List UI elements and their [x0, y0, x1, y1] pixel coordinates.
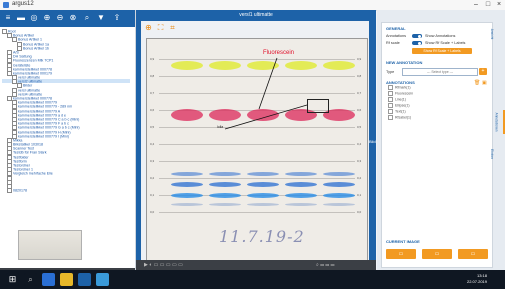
taskbar-app-4-icon[interactable]: [96, 273, 109, 286]
taskbar-app-3-icon[interactable]: [78, 273, 91, 286]
tab-view-label: Ansicht: [490, 28, 495, 40]
current-image-button-2[interactable]: ▭: [422, 249, 452, 259]
annotation-item-label: Line(1): [395, 97, 406, 102]
tlc-plate-image[interactable]: 0,9 0,9 0,8 0,8 0,7 0,7 0,6 0,6 0,5 0,5 0,4 0,4 0,3 0…: [146, 38, 368, 262]
tab-elution-label: Elution: [489, 149, 494, 159]
left-panel: ≡ ▬ ◎ ⊕ ⊖ ⊗ ⌕ ▼ ⇪ Root Bonus Artikel Bonus…: [0, 10, 136, 280]
show-rf-scale-button[interactable]: Show Rf Scale + Labels: [412, 48, 472, 54]
minimize-icon[interactable]: –: [470, 0, 482, 10]
annotation-list: Rfmark(1) Fluorescein Line(1) Ellipse(1) Tex…: [382, 85, 492, 125]
annotation-checkbox[interactable]: [388, 103, 393, 108]
annotation-item-label: Text(1): [395, 109, 406, 114]
search-icon[interactable]: ⌕: [82, 13, 92, 23]
annotation-list-item[interactable]: Line(1): [388, 97, 406, 102]
current-image-button-1[interactable]: ▭: [386, 249, 416, 259]
image-side-label: Bild: [369, 139, 376, 144]
taskbar-app-2-icon[interactable]: [60, 273, 73, 286]
tab-annotations[interactable]: Annotationen: [493, 110, 505, 134]
annotation-list-item[interactable]: Rfsabel(1): [388, 115, 411, 120]
clock-date: 22.07.2019: [466, 279, 487, 284]
annotation-item-label: Fluorescein: [395, 91, 414, 96]
right-side-tabs: Ansicht Annotationen Elution: [489, 22, 505, 266]
annotation-list-item[interactable]: Fluorescein: [388, 91, 413, 96]
tree-item-label: 0820178: [13, 188, 27, 193]
details-side-tab[interactable]: Bild-Details — Ultimatte: [124, 21, 141, 270]
rf-scale-toggle[interactable]: [412, 41, 422, 45]
target-icon[interactable]: ⊗: [68, 13, 78, 23]
remove-icon[interactable]: ⊖: [55, 13, 65, 23]
annotation-settings: GENERAL Annotations Show Annotations Rf …: [381, 22, 493, 268]
fit-icon[interactable]: ⛶: [156, 23, 165, 32]
document-title: versl1 ultimatte: [239, 12, 273, 18]
new-annotation-title: NEW ANNOTATION: [386, 60, 423, 65]
grid-icon[interactable]: ⌗: [168, 23, 177, 32]
viewer-header: versl1 ultimatte: [136, 10, 376, 21]
menu-icon[interactable]: ≡: [3, 13, 13, 23]
current-image-title: CURRENT IMAGE: [386, 239, 420, 244]
tree-item[interactable]: 0820178: [2, 188, 130, 194]
filter-icon[interactable]: ▼: [96, 13, 106, 23]
tree-expander-icon[interactable]: [7, 188, 12, 194]
annotation-note[interactable]: lolla: [217, 125, 223, 129]
taskbar-clock: 13:18 22.07.2019: [467, 273, 487, 285]
taskbar: ⊞ ⌕ 13:18 22.07.2019: [0, 270, 505, 289]
image-viewer: versl1 ultimatte Bild-Details — Ultimatt…: [124, 10, 376, 270]
image-side-tab[interactable]: Bild: [369, 21, 376, 270]
annotation-line: [224, 104, 308, 130]
thumbnail-image: [18, 230, 82, 260]
viewer-controls-icon[interactable]: ▶ ◐ ▭ ▭ ▭ ▭ ▭: [144, 262, 183, 268]
windows-start-icon[interactable]: ⊞: [6, 273, 19, 286]
properties-panel: GENERAL Annotations Show Annotations Rf …: [377, 10, 505, 270]
project-tree: Root Bonus Artikel Bonus Artikel 1 Bonus Ar…: [2, 29, 130, 241]
annotation-item-label: Rfsabel(1): [395, 115, 412, 120]
annotation-list-item[interactable]: Ellipse(1): [388, 103, 410, 108]
taskbar-search-icon[interactable]: ⌕: [24, 273, 37, 286]
show-rf-scale-label: Show Rf Scale + Labels: [425, 41, 466, 45]
annotation-arrow: [258, 57, 278, 110]
general-section-title: GENERAL: [386, 26, 406, 31]
add-annotation-button[interactable]: +: [479, 68, 487, 75]
app-icon: [3, 2, 9, 8]
type-label: Type: [386, 70, 395, 74]
folder-icon[interactable]: ▬: [16, 13, 26, 23]
plate-handwriting: 11.7.19-2: [219, 227, 305, 246]
zoom-in-icon[interactable]: ⊕: [144, 23, 153, 32]
current-image-button-3[interactable]: ▭: [458, 249, 488, 259]
viewer-bottom-bar: ▶ ◐ ▭ ▭ ▭ ▭ ▭ ⌕ ▭ ▭ ▭: [136, 260, 376, 270]
left-toolbar: ≡ ▬ ◎ ⊕ ⊖ ⊗ ⌕ ▼ ⇪: [0, 10, 135, 27]
annotation-item-label: Rfmark(1): [395, 85, 411, 90]
annotation-checkbox[interactable]: [388, 85, 393, 90]
viewer-tools: ⊕ ⛶ ⌗: [144, 23, 184, 33]
show-annotations-label: Show Annotations: [425, 34, 456, 38]
annotations-label: Annotations: [386, 34, 407, 38]
circle-tool-icon[interactable]: ◎: [29, 13, 39, 23]
tab-elution[interactable]: Elution: [489, 142, 503, 166]
annotation-list-item[interactable]: Text(1): [388, 109, 406, 114]
tab-annotations-label: Annotationen: [494, 112, 499, 132]
app-title: argus12: [12, 1, 34, 7]
annotation-rectangle[interactable]: [307, 99, 329, 113]
tab-view[interactable]: Ansicht: [490, 22, 503, 46]
annotation-checkbox[interactable]: [388, 97, 393, 102]
annotation-list-item[interactable]: Rfmark(1): [388, 85, 411, 90]
annotation-checkbox[interactable]: [388, 91, 393, 96]
viewer-zoom-icon[interactable]: ⌕ ▭ ▭ ▭: [316, 262, 334, 268]
image-thumbnail[interactable]: [10, 228, 90, 260]
details-side-label: Bild-Details — Ultimatte: [124, 124, 129, 162]
upload-icon[interactable]: ⇪: [112, 13, 122, 23]
type-select[interactable]: --- Select type ---: [402, 68, 478, 76]
annotations-toggle[interactable]: [412, 34, 422, 38]
add-icon[interactable]: ⊕: [42, 13, 52, 23]
annotation-checkbox[interactable]: [388, 109, 393, 114]
rf-scale-label: Rf scale: [386, 41, 400, 45]
close-icon[interactable]: ×: [493, 0, 505, 10]
annotation-item-label: Ellipse(1): [395, 103, 410, 108]
annotation-checkbox[interactable]: [388, 115, 393, 120]
taskbar-app-1-icon[interactable]: [42, 273, 55, 286]
